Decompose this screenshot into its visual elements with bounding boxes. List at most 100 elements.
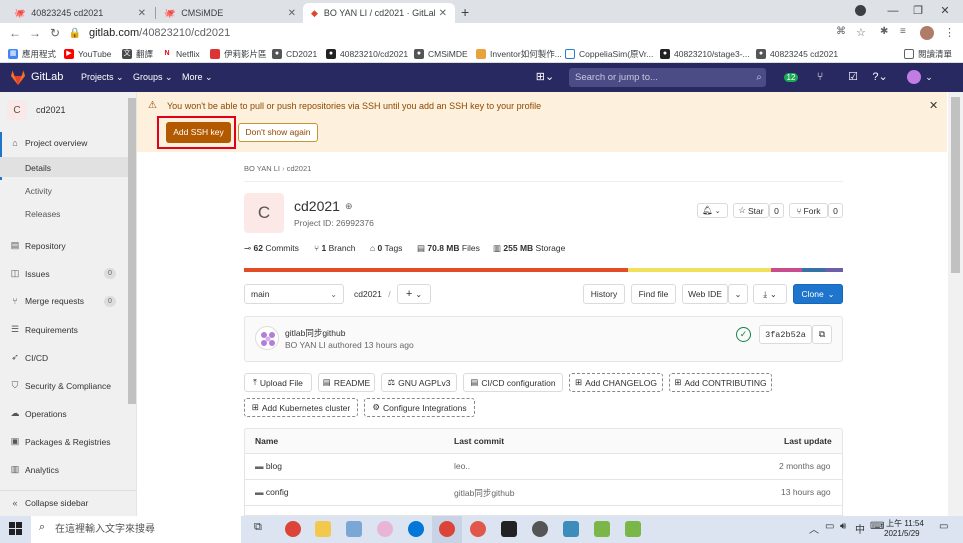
new-tab-button[interactable]: + [461,4,469,20]
fork-count[interactable]: 0 [828,203,843,218]
project-avatar[interactable]: C [7,100,27,120]
lock-icon[interactable]: 🔒 [66,25,84,42]
chrome-menu-icon[interactable]: ⋮ [944,26,955,39]
bookmark-apps[interactable]: ▦ 應用程式 [8,47,56,60]
fork-button[interactable]: ⑂ Fork [789,203,828,218]
commit-sha[interactable]: 3fa2b52a [759,325,812,344]
file-name[interactable]: ▬ blog [255,461,282,471]
star-count[interactable]: 0 [769,203,784,218]
copy-sha-button[interactable]: ⧉ [812,325,832,344]
notification-icon[interactable]: ▭ [939,521,948,532]
file-explorer-icon[interactable] [315,521,331,537]
edge-icon[interactable] [408,521,424,537]
sidebar-item-security[interactable]: ⛉ Security & Compliance [10,380,111,391]
bookmark-translate[interactable]: 文翻譯 [122,47,153,60]
clone-button[interactable]: Clone ⌄ [793,284,843,304]
paint-icon[interactable] [377,521,393,537]
volume-icon[interactable]: 🔊︎ [840,521,846,532]
gitlab-logo-icon[interactable] [10,70,26,85]
breadcrumb-project[interactable]: cd2021 [287,164,312,173]
branch-selector[interactable]: main ⌄ [244,284,344,304]
bookmark-40823245[interactable]: ● 40823245 cd2021 [756,47,838,60]
sidebar-sub-activity[interactable]: Activity [25,186,52,196]
star-bookmark-icon[interactable]: ☆ [856,26,866,39]
bookmark-cd2021[interactable]: ● CD2021 [272,47,317,60]
download-button[interactable]: ⤓ ⌄ [753,284,787,304]
close-icon[interactable]: ✕ [439,8,447,19]
close-icon[interactable]: ✕ [288,8,296,19]
sidebar-item-issues[interactable]: ◫ Issues [10,268,50,279]
firefox-icon[interactable] [470,521,486,537]
task-view-icon[interactable]: ⧉ [254,521,262,534]
nav-projects[interactable]: Projects ⌄ [81,72,124,83]
bookmark-coppeliasim[interactable]: CoppeliaSim(原Vr... [565,47,653,60]
tab-search-icon[interactable] [855,5,866,16]
maximize-button[interactable]: ❐ [903,3,933,19]
nav-groups[interactable]: Groups ⌄ [133,72,173,83]
plus-square-icon[interactable]: ⊞⌄ [535,70,555,85]
sidebar-item-project-overview[interactable]: ⌂ Project overview [10,138,87,148]
web-ide-dropdown[interactable]: ⌄ [728,284,748,304]
sidebar-project-name[interactable]: cd2021 [36,105,66,115]
cicd-config-button[interactable]: ▤ CI/CD configuration [463,373,563,392]
browser-tab-3-active[interactable]: ◆ BO YAN LI / cd2021 · GitLab ✕ [303,3,455,23]
extensions-icon[interactable]: ✱ [880,26,888,37]
sidebar-sub-releases[interactable]: Releases [25,209,60,219]
profile-avatar[interactable] [920,26,934,40]
forward-arrow-icon[interactable]: → [26,25,44,42]
bookmark-40823210-cd2021[interactable]: ● 40823210/cd2021 [326,47,408,60]
license-button[interactable]: ⚖ GNU AGPLv3 [381,373,457,392]
back-arrow-icon[interactable]: ← [6,25,24,42]
add-contributing-button[interactable]: ⊞ Add CONTRIBUTING [669,373,772,392]
history-button[interactable]: History [583,284,625,304]
sidebar-item-merge-requests[interactable]: ⑂ Merge requests [10,296,84,306]
add-ssh-key-button[interactable]: Add SSH key [166,122,231,143]
close-icon[interactable]: ✕ [138,8,146,19]
dont-show-again-button[interactable]: Don't show again [238,123,318,142]
clock-date[interactable]: 2021/5/29 [884,529,920,538]
translate-icon[interactable]: ⌘ [836,26,846,37]
file-name[interactable]: ▬ config [255,487,289,497]
chrome-active-icon[interactable] [439,521,455,537]
author-avatar[interactable] [255,326,279,350]
ime-icon[interactable]: 中 [855,521,865,536]
files-stat[interactable]: ▤ 70.8 MB Files [417,243,480,254]
add-kubernetes-button[interactable]: ⊞ Add Kubernetes cluster [244,398,358,417]
close-icon[interactable]: ✕ [929,99,938,112]
keyboard-icon[interactable]: ⌨ [870,521,884,532]
reload-icon[interactable]: ↻ [46,25,64,42]
commit-title[interactable]: gitlab同步github [285,327,345,339]
sidebar-item-requirements[interactable]: ☰ Requirements [10,324,78,335]
todo-icon[interactable]: ☑ [846,70,860,85]
add-changelog-button[interactable]: ⊞ Add CHANGELOG [569,373,663,392]
table-row[interactable] [244,454,843,480]
row-commit[interactable]: gitlab同步github [454,487,514,499]
app-icon[interactable] [563,521,579,537]
pipeline-passed-icon[interactable]: ✓ [736,327,751,342]
user-avatar[interactable] [907,70,921,84]
sidebar-item-analytics[interactable]: ▥ Analytics [10,464,59,475]
merge-request-icon[interactable]: ⑂ [812,70,828,85]
window-close-button[interactable]: ✕ [930,3,960,19]
help-icon[interactable]: ?⌄ [870,70,890,85]
row-commit[interactable]: leo.. [454,461,470,471]
bookmark-stage3[interactable]: ● 40823210/stage3-... [660,47,750,60]
collapse-sidebar-button[interactable]: « Collapse sidebar [10,498,88,508]
bookmark-youtube[interactable]: ▶ YouTube [64,47,111,60]
sidebar-item-cicd[interactable]: ➶ CI/CD [10,352,48,363]
chevron-down-icon[interactable]: ⌄ [924,70,934,85]
breadcrumb-owner[interactable]: BO YAN LI [244,164,280,173]
web-ide-button[interactable]: Web IDE [682,284,728,304]
commits-stat[interactable]: ⊸ 62 Commits [244,243,299,254]
path-root[interactable]: cd2021 / [354,289,391,299]
upload-file-button[interactable]: ⤒ Upload File [244,373,312,392]
bookmark-inventor[interactable]: Inventor如何製作... [476,47,562,60]
table-row[interactable] [244,480,843,506]
app-icon[interactable] [625,521,641,537]
media-icon[interactable]: ≡ [900,26,906,37]
table-row[interactable] [244,506,843,516]
notifications-button[interactable]: 🔔︎ ⌄ [697,203,728,218]
storage-stat[interactable]: ▥ 255 MB Storage [493,243,565,254]
page-scrollbar-thumb[interactable] [951,97,960,273]
app-icon[interactable] [594,521,610,537]
